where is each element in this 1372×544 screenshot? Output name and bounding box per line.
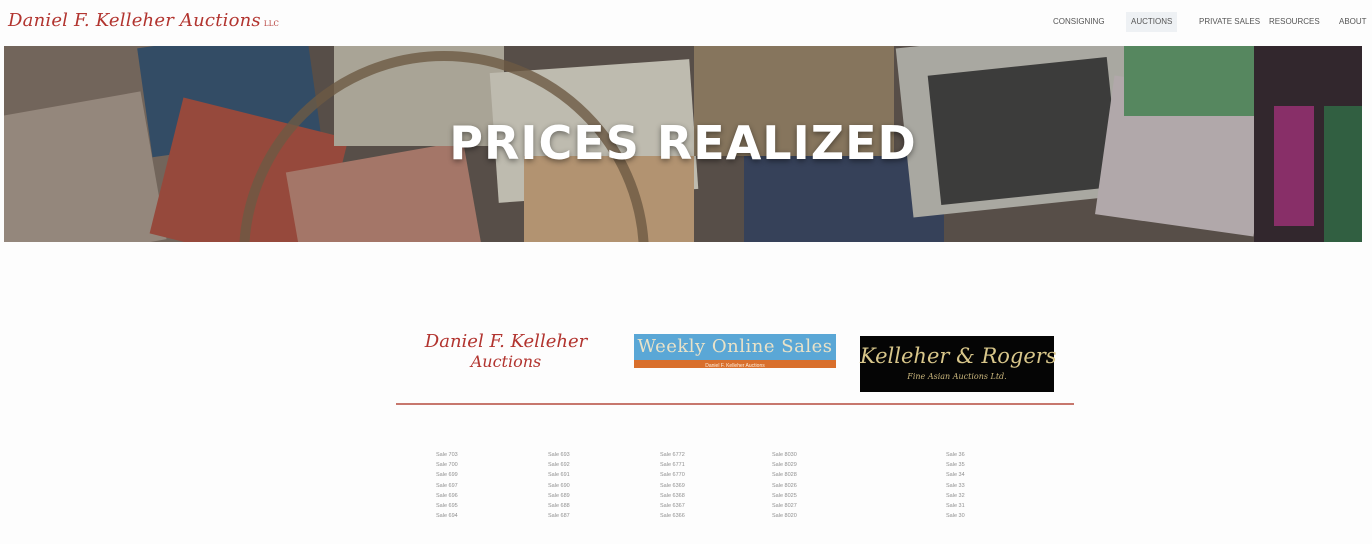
weekly-logo-subtitle: Daniel F. Kelleher Auctions	[705, 363, 765, 369]
sale-link[interactable]: Sale 6369	[660, 481, 685, 491]
sale-link[interactable]: Sale 689	[548, 491, 570, 501]
sale-link[interactable]: Sale 6770	[660, 470, 685, 480]
nav-consigning[interactable]: CONSIGNING	[1048, 12, 1110, 32]
sale-link[interactable]: Sale 694	[436, 511, 458, 521]
kelleher-auctions-logo[interactable]: Daniel F. Kelleher Auctions	[406, 332, 606, 392]
sales-column-2: Sale 693 Sale 692 Sale 691 Sale 690 Sale…	[548, 450, 570, 521]
sale-link[interactable]: Sale 8025	[772, 491, 797, 501]
logo-text: Daniel F. Kelleher Auctions	[8, 10, 261, 31]
rogers-logo-title: Kelleher & Rogers	[860, 344, 1057, 368]
sales-column-5: Sale 36 Sale 35 Sale 34 Sale 33 Sale 32 …	[946, 450, 965, 521]
kelleher-logo-line2: Auctions	[470, 352, 542, 371]
sale-link[interactable]: Sale 36	[946, 450, 965, 460]
sale-link[interactable]: Sale 6772	[660, 450, 685, 460]
sale-link[interactable]: Sale 703	[436, 450, 458, 460]
nav-private-sales[interactable]: PRIVATE SALES	[1194, 12, 1265, 32]
sale-link[interactable]: Sale 34	[946, 470, 965, 480]
section-divider	[396, 403, 1074, 405]
sale-link[interactable]: Sale 6771	[660, 460, 685, 470]
sale-link[interactable]: Sale 693	[548, 450, 570, 460]
sale-link[interactable]: Sale 696	[436, 491, 458, 501]
page-title: PRICES REALIZED	[449, 116, 917, 170]
sale-link[interactable]: Sale 687	[548, 511, 570, 521]
sales-column-4: Sale 8030 Sale 8029 Sale 8028 Sale 8026 …	[772, 450, 797, 521]
sale-link[interactable]: Sale 691	[548, 470, 570, 480]
sale-link[interactable]: Sale 688	[548, 501, 570, 511]
sale-link[interactable]: Sale 31	[946, 501, 965, 511]
nav-about[interactable]: ABOUT	[1334, 12, 1372, 32]
weekly-logo-title: Weekly Online Sales	[637, 336, 833, 357]
sale-link[interactable]: Sale 30	[946, 511, 965, 521]
sale-link[interactable]: Sale 690	[548, 481, 570, 491]
sale-link[interactable]: Sale 8026	[772, 481, 797, 491]
sales-column-3: Sale 6772 Sale 6771 Sale 6770 Sale 6369 …	[660, 450, 685, 521]
sale-link[interactable]: Sale 32	[946, 491, 965, 501]
site-logo[interactable]: Daniel F. Kelleher Auctions LLC	[8, 10, 279, 31]
sale-link[interactable]: Sale 8029	[772, 460, 797, 470]
sale-link[interactable]: Sale 8020	[772, 511, 797, 521]
sale-link[interactable]: Sale 8030	[772, 450, 797, 460]
kelleher-logo-line1: Daniel F. Kelleher	[424, 331, 588, 352]
kelleher-rogers-logo[interactable]: Kelleher & Rogers Fine Asian Auctions Lt…	[860, 336, 1057, 392]
sale-link[interactable]: Sale 6368	[660, 491, 685, 501]
sale-link[interactable]: Sale 700	[436, 460, 458, 470]
sales-list: Sale 703 Sale 700 Sale 699 Sale 697 Sale…	[396, 450, 1074, 544]
sales-column-1: Sale 703 Sale 700 Sale 699 Sale 697 Sale…	[436, 450, 458, 521]
sale-link[interactable]: Sale 8027	[772, 501, 797, 511]
sale-link[interactable]: Sale 6367	[660, 501, 685, 511]
nav-resources[interactable]: RESOURCES	[1264, 12, 1325, 32]
sale-link[interactable]: Sale 6366	[660, 511, 685, 521]
weekly-online-sales-logo[interactable]: Weekly Online Sales Daniel F. Kelleher A…	[634, 334, 836, 369]
hero-banner: PRICES REALIZED	[4, 46, 1362, 242]
sale-link[interactable]: Sale 8028	[772, 470, 797, 480]
sale-link[interactable]: Sale 699	[436, 470, 458, 480]
sale-link[interactable]: Sale 697	[436, 481, 458, 491]
sale-link[interactable]: Sale 33	[946, 481, 965, 491]
nav-auctions[interactable]: AUCTIONS	[1126, 12, 1178, 32]
logo-suffix: LLC	[263, 20, 280, 28]
sale-link[interactable]: Sale 695	[436, 501, 458, 511]
rogers-logo-subtitle: Fine Asian Auctions Ltd.	[907, 372, 1007, 381]
auction-brands: Daniel F. Kelleher Auctions Weekly Onlin…	[396, 320, 1074, 406]
sale-link[interactable]: Sale 35	[946, 460, 965, 470]
sale-link[interactable]: Sale 692	[548, 460, 570, 470]
top-navigation-bar: Daniel F. Kelleher Auctions LLC CONSIGNIN…	[0, 0, 1372, 46]
